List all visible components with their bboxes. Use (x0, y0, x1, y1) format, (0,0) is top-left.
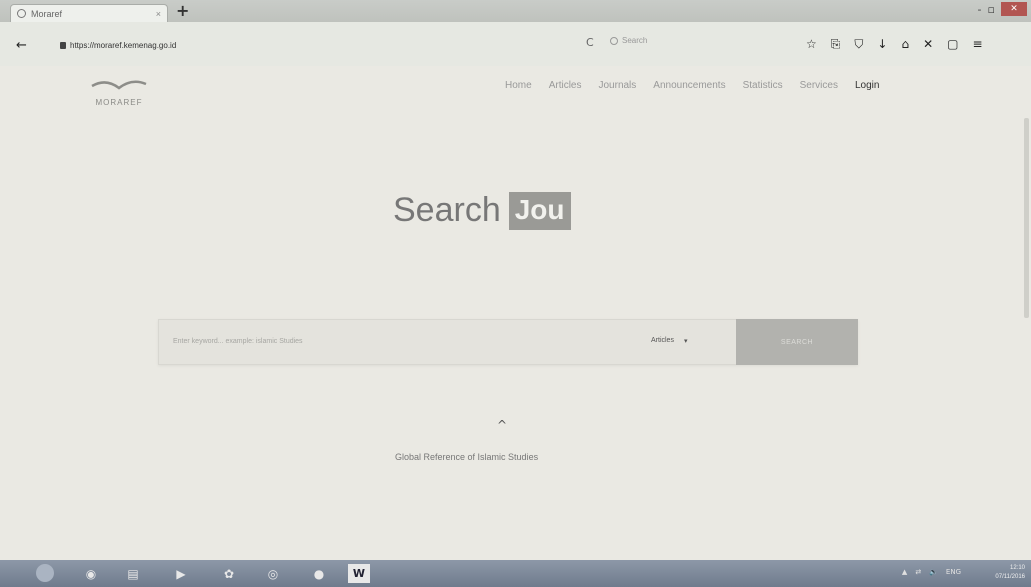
lock-icon (60, 41, 66, 49)
search-panel: Enter keyword... example: islamic Studie… (158, 319, 858, 365)
bookmark-star-icon[interactable]: ☆ (806, 37, 817, 51)
nav-journals[interactable]: Journals (598, 80, 636, 91)
home-icon[interactable]: ⌂ (901, 37, 909, 51)
hero-heading: Search Jou (393, 191, 571, 230)
close-window-button[interactable]: ✕ (1001, 2, 1027, 16)
clock-date: 07/11/2016 (995, 574, 1025, 580)
clock-time: 12:10 (1009, 565, 1025, 571)
search-type-value: Articles (651, 337, 674, 344)
browser-search-box[interactable]: Search (610, 36, 647, 45)
url-text[interactable]: https://moraref.kemenag.go.id (70, 41, 176, 50)
ie-icon[interactable]: ◉ (80, 564, 102, 583)
clipboard-icon[interactable]: ⎘ (831, 37, 841, 51)
search-input[interactable]: Enter keyword... example: islamic Studie… (173, 338, 303, 345)
reload-button[interactable]: C (586, 36, 594, 49)
hero-highlight: Jou (508, 191, 571, 230)
search-button[interactable]: SEARCH (736, 319, 858, 365)
nav-home[interactable]: Home (505, 80, 532, 91)
nav-statistics[interactable]: Statistics (743, 80, 783, 91)
pocket-icon[interactable]: ⛉ (854, 37, 863, 51)
explorer-icon[interactable]: ▤ (122, 564, 144, 583)
browser-nav-bar: ← https://moraref.kemenag.go.id C Search… (0, 22, 1031, 67)
web-page: MORAREF Home Articles Journals Announcem… (0, 66, 1031, 560)
firefox-icon[interactable]: ● (308, 564, 330, 583)
page-scrollbar[interactable] (1024, 118, 1029, 318)
browser-toolbar-icons: ☆ ⎘ ⛉ ↓ ⌂ ✕ ▢ ≡ (806, 37, 983, 51)
browser-tab-bar: Moraref × + - ▫ ✕ (0, 0, 1031, 22)
favicon-icon (17, 9, 26, 18)
taskbar: ◉ ▤ ▶ ✿ ◎ ● W ▲ ⇄ 🔈 ENG 12:10 07/11/2016 (0, 560, 1031, 587)
language-indicator[interactable]: ENG (946, 568, 961, 576)
nav-articles[interactable]: Articles (549, 80, 582, 91)
tagline: Global Reference of Islamic Studies (395, 452, 539, 462)
word-icon[interactable]: W (348, 564, 370, 583)
scroll-up-icon[interactable]: ^ (497, 418, 507, 432)
start-button[interactable] (36, 564, 54, 582)
tab-title: Moraref (31, 8, 63, 19)
tools-icon[interactable]: ✕ (923, 37, 933, 51)
browser-search-placeholder: Search (622, 36, 648, 45)
clock[interactable]: 12:10 07/11/2016 (995, 564, 1025, 582)
search-icon (610, 36, 618, 45)
close-tab-icon[interactable]: × (156, 9, 161, 19)
network-icon[interactable]: ⇄ (915, 568, 921, 576)
site-logo[interactable]: MORAREF (88, 76, 150, 107)
hero-prefix: Search (393, 191, 501, 229)
app-icon[interactable]: ✿ (218, 564, 240, 583)
media-player-icon[interactable]: ▶ (170, 564, 192, 583)
new-tab-button[interactable]: + (176, 3, 189, 19)
nav-login[interactable]: Login (855, 80, 879, 91)
logo-text: MORAREF (95, 98, 143, 107)
search-type-select[interactable]: Articles ▾ (651, 337, 687, 345)
menu-icon[interactable]: ≡ (972, 37, 982, 51)
back-button[interactable]: ← (16, 38, 27, 53)
tray-expand-icon[interactable]: ▲ (902, 568, 907, 576)
minimize-button[interactable]: - (978, 3, 982, 16)
address-bar[interactable]: https://moraref.kemenag.go.id (60, 38, 176, 52)
download-icon[interactable]: ↓ (877, 37, 887, 51)
sidebar-icon[interactable]: ▢ (947, 37, 958, 51)
system-tray: ▲ ⇄ 🔈 ENG (902, 568, 961, 576)
logo-wings-icon (91, 80, 147, 90)
window-controls: - ▫ ✕ (978, 2, 1027, 16)
nav-services[interactable]: Services (800, 80, 838, 91)
chrome-icon[interactable]: ◎ (262, 564, 284, 583)
restore-button[interactable]: ▫ (988, 3, 995, 16)
chevron-down-icon: ▾ (683, 338, 688, 345)
volume-icon[interactable]: 🔈 (929, 568, 938, 576)
site-nav: Home Articles Journals Announcements Sta… (505, 80, 879, 91)
browser-tab[interactable]: Moraref × (10, 4, 168, 22)
nav-announcements[interactable]: Announcements (653, 80, 725, 91)
